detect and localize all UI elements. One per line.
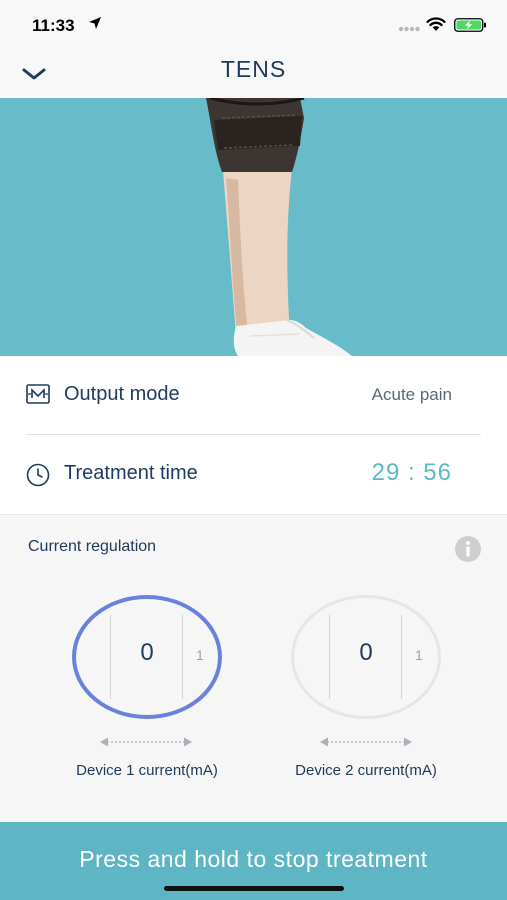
hero-image (0, 98, 507, 356)
knee-brace-illustration (0, 98, 507, 356)
device-2-label: Device 2 current(mA) (295, 762, 437, 779)
location-arrow-icon (89, 17, 101, 29)
mode-m-icon (26, 384, 50, 404)
wifi-icon (426, 17, 446, 31)
info-icon[interactable] (454, 535, 482, 563)
stop-treatment-label: Press and hold to stop treatment (79, 846, 428, 872)
horizontal-arrow-icon (320, 737, 412, 747)
treatment-time-value: 29 : 56 (371, 459, 452, 486)
device-1-current-dial[interactable]: 0 1 (72, 595, 222, 719)
device-1-next-value: 1 (196, 647, 204, 663)
horizontal-arrow-icon (100, 737, 192, 747)
device-2-current-dial[interactable]: 0 1 (291, 595, 441, 719)
current-regulation-title: Current regulation (28, 538, 157, 555)
status-bar: 11:33 (0, 0, 507, 50)
status-time: 11:33 (32, 16, 75, 35)
treatment-time-label: Treatment time (64, 462, 198, 484)
current-regulation-panel: Current regulation 0 1 Device 1 current(… (0, 514, 507, 822)
battery-charging-icon (454, 18, 486, 32)
output-mode-row[interactable]: Output mode Acute pain (0, 356, 507, 434)
output-mode-label: Output mode (64, 383, 180, 405)
signal-dots-icon (398, 26, 420, 32)
output-mode-value: Acute pain (371, 385, 452, 404)
treatment-time-row: Treatment time 29 : 56 (0, 435, 507, 513)
nav-bar: TENS (0, 50, 507, 98)
page-title: TENS (220, 56, 287, 82)
home-indicator[interactable] (164, 886, 344, 891)
stop-treatment-button[interactable]: Press and hold to stop treatment (0, 822, 507, 900)
device-1-label: Device 1 current(mA) (76, 762, 218, 779)
clock-icon (26, 463, 50, 487)
device-2-next-value: 1 (415, 647, 423, 663)
